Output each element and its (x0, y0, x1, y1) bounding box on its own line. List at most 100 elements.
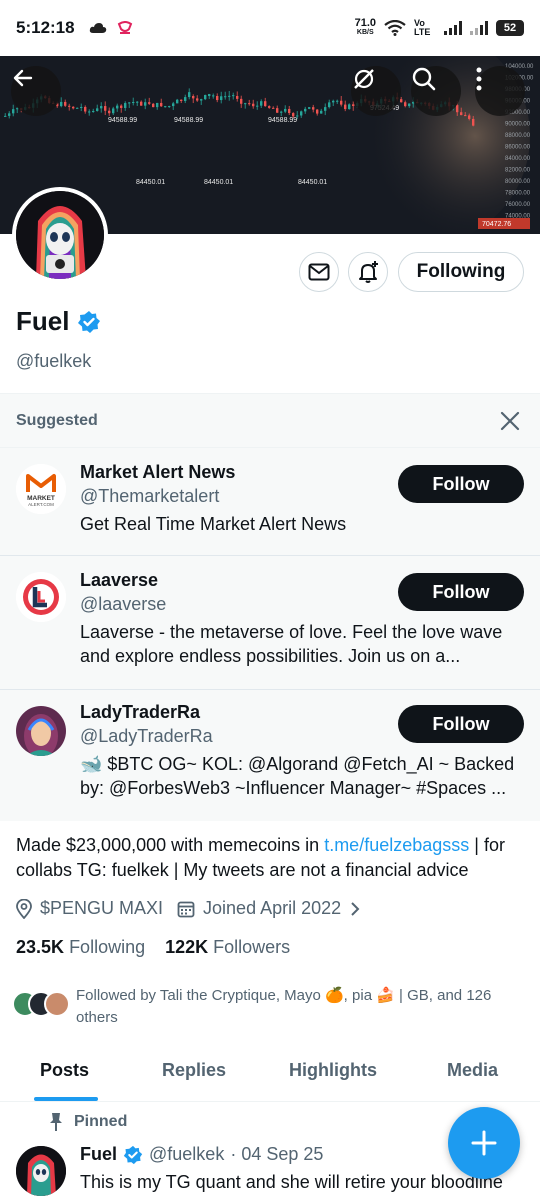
suggested-item[interactable]: MARKET ALERT.COM Market Alert News @Thema… (0, 448, 540, 556)
battery-icon: 52 (496, 20, 524, 36)
banner-candle (92, 110, 95, 112)
carrier-label: Vo LTE (414, 18, 431, 37)
banner-candle (344, 104, 347, 110)
banner-candle (68, 105, 71, 107)
banner-candle (244, 103, 247, 105)
banner-candle (108, 110, 111, 114)
banner-candle (340, 100, 343, 105)
banner-candle (300, 111, 303, 116)
more-button[interactable] (475, 66, 525, 116)
banner-price-label: 84450.01 (136, 179, 165, 186)
compose-button[interactable] (448, 1107, 520, 1179)
suggested-name[interactable]: Laaverse (80, 570, 158, 591)
banner-candle (188, 92, 191, 98)
suggested-name[interactable]: LadyTraderRa (80, 702, 200, 723)
banner-candle (116, 105, 119, 109)
post-avatar-image (16, 1146, 66, 1196)
tab-media[interactable]: Media (447, 1060, 498, 1081)
post-header: Fuel @fuelkek · 04 Sep 25 (80, 1144, 323, 1165)
banner-candle (212, 95, 215, 97)
suggested-item[interactable]: LadyTraderRa @LadyTraderRa 🐋 $BTC OG~ KO… (0, 690, 540, 822)
notifications-button[interactable] (348, 252, 388, 292)
followers-count-link[interactable]: 122K Followers (165, 937, 290, 958)
banner-candle (236, 96, 239, 99)
banner-candle (272, 107, 275, 109)
post-text[interactable]: This is my TG quant and she will retire … (80, 1170, 520, 1194)
banner-tick-label: 76000.00 (505, 202, 531, 208)
joined-item[interactable]: Joined April 2022 (177, 898, 361, 919)
banner-candle (280, 111, 283, 113)
banner-candle (160, 102, 163, 107)
arrow-left-icon (13, 69, 33, 87)
post-author-name[interactable]: Fuel (80, 1144, 117, 1165)
follower-avatar (44, 991, 70, 1017)
banner-candle (304, 108, 307, 112)
suggested-name[interactable]: Market Alert News (80, 462, 235, 483)
profile-avatar[interactable] (12, 187, 108, 283)
banner-candle (312, 107, 315, 110)
follow-button[interactable]: Follow (398, 705, 524, 743)
calendar-icon (177, 901, 195, 917)
banner-candle (284, 108, 287, 112)
banner-candle (216, 96, 219, 101)
banner-candle (196, 98, 199, 101)
grok-button[interactable] (351, 66, 401, 116)
banner-candle (468, 115, 471, 119)
banner-candle (76, 107, 79, 109)
cloud-icon (89, 23, 106, 33)
plus-icon (471, 1130, 497, 1156)
follow-button[interactable]: Follow (398, 573, 524, 611)
banner-candle (64, 101, 67, 106)
post-author-avatar[interactable] (16, 1146, 66, 1196)
banner-candle (88, 111, 91, 113)
follow-button[interactable]: Follow (398, 465, 524, 503)
status-time: 5:12:18 (16, 18, 75, 37)
suggested-handle: @Themarketalert (80, 486, 220, 506)
banner-candle (148, 102, 151, 104)
location-item: $PENGU MAXI (16, 898, 163, 919)
followed-by[interactable]: Followed by Tali the Cryptique, Mayo 🍊, … (12, 985, 532, 1029)
market-alert-avatar[interactable]: MARKET ALERT.COM (16, 464, 66, 514)
following-button[interactable]: Following (398, 252, 524, 292)
banner-candle (152, 103, 155, 108)
tab-replies[interactable]: Replies (162, 1060, 226, 1081)
ladytraderra-avatar[interactable] (16, 706, 66, 756)
banner-candle (168, 106, 171, 108)
back-button[interactable] (11, 66, 61, 116)
suggested-bio: Laaverse - the metaverse of love. Feel t… (80, 622, 503, 666)
bio-link[interactable]: t.me/fuelzebagsss (324, 835, 469, 855)
banner-candle (184, 97, 187, 101)
joined-text: Joined April 2022 (203, 898, 342, 918)
banner-candle (60, 101, 63, 107)
banner-tick-label: 86000.00 (505, 145, 531, 151)
banner-candle (192, 96, 195, 99)
banner-candle (8, 113, 11, 116)
tab-posts[interactable]: Posts (40, 1060, 89, 1081)
laaverse-avatar[interactable] (16, 572, 66, 622)
banner-candle (336, 100, 339, 102)
suggested-bio: Get Real Time Market Alert News (80, 514, 347, 534)
notification-app-icon (117, 21, 132, 34)
profile-meta: $PENGU MAXI Joined April 2022 (16, 898, 375, 919)
svg-text:ALERT.COM: ALERT.COM (28, 502, 54, 507)
grok-icon (354, 69, 374, 89)
banner-tick-label: 78000.00 (505, 191, 531, 197)
banner-candle (400, 99, 403, 103)
status-bar: 5:12:18 71.0 KB/S Vo LTE 52 (0, 0, 540, 56)
banner-candle (84, 106, 87, 112)
search-button[interactable] (411, 66, 461, 116)
suggested-panel: Suggested MARKET ALERT.COM Market Alert N… (0, 393, 540, 821)
banner-candle (4, 115, 7, 117)
banner-candle (472, 118, 475, 126)
dismiss-suggested-button[interactable] (496, 407, 524, 435)
profile-name-text: Fuel (16, 306, 70, 336)
banner-candle (348, 104, 351, 110)
suggested-item[interactable]: Laaverse @laaverse Laaverse - the metave… (0, 556, 540, 690)
banner-candle (308, 107, 311, 109)
message-button[interactable] (299, 252, 339, 292)
banner-candle (124, 103, 127, 108)
tab-highlights[interactable]: Highlights (289, 1060, 377, 1081)
following-count-link[interactable]: 23.5K Following (16, 937, 145, 958)
banner-candle (144, 102, 147, 106)
bell-plus-icon (359, 261, 378, 283)
